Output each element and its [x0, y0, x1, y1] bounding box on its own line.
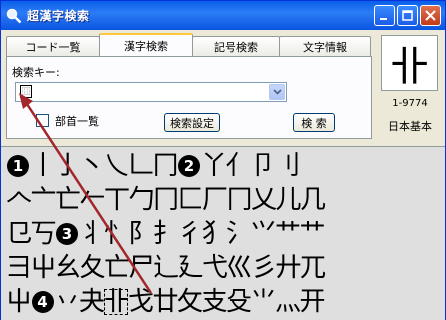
- radical-cell[interactable]: 扌: [153, 221, 179, 247]
- radical-cell[interactable]: 𠂉: [80, 187, 106, 213]
- radical-cell[interactable]: 彐: [6, 255, 32, 281]
- window-title: 超漢字検索: [27, 9, 90, 23]
- grid-row-4: 彐屮幺夂亡尸辶廴弋巛彡廾兀: [6, 251, 326, 285]
- radical-cell[interactable]: 刂: [275, 153, 301, 179]
- radical-cell[interactable]: 灬: [275, 289, 301, 315]
- radical-cell[interactable]: 丅: [104, 187, 130, 213]
- radical-cell[interactable]: 厂: [202, 187, 228, 213]
- radical-cell[interactable]: 兀: [300, 255, 326, 281]
- radical-cell[interactable]: 丂: [31, 221, 57, 247]
- radical-cell[interactable]: 殳: [226, 289, 252, 315]
- radical-cell[interactable]: 阝: [128, 221, 154, 247]
- radical-cell[interactable]: 支: [202, 289, 228, 315]
- radical-cell[interactable]: 丷: [55, 289, 81, 315]
- radical-cell[interactable]: 彳: [177, 221, 203, 247]
- radical-cell[interactable]: 屮: [31, 255, 57, 281]
- grid-row-3: 㔾丂 3 丬忄阝扌彳犭氵⺍艹艹: [6, 217, 326, 251]
- radical-list-checkbox[interactable]: [36, 114, 49, 127]
- radical-cell[interactable]: 艹: [300, 221, 326, 247]
- stroke-count-marker: 2: [178, 155, 200, 177]
- minimize-icon: [380, 18, 387, 20]
- radical-cell[interactable]: 亻: [226, 153, 252, 179]
- close-icon: [425, 10, 436, 21]
- radical-cell[interactable]: 冂: [153, 187, 179, 213]
- chevron-down-icon: [272, 89, 282, 95]
- app-window: 超漢字検索 コード一覧 漢字検索 記号検索 文字情報 検索キー: ⿲ 部首一覧 …: [0, 0, 446, 320]
- radical-cell[interactable]: 戈: [128, 289, 154, 315]
- radical-cell[interactable]: 屮: [6, 289, 32, 315]
- radical-cell[interactable]: 巛: [227, 255, 253, 281]
- radical-cell[interactable]: 匚: [178, 187, 204, 213]
- radical-list-label: 部首一覧: [55, 115, 99, 128]
- radical-cell[interactable]: 卝: [103, 289, 130, 315]
- radical-cell[interactable]: 乀: [104, 153, 130, 179]
- search-settings-button[interactable]: 検索設定: [164, 113, 220, 132]
- radical-cell[interactable]: 卩: [250, 153, 276, 179]
- grid-row-1: 1丨亅丶乀𠃊冂2丫亻卩刂: [6, 149, 301, 183]
- close-button[interactable]: [420, 5, 441, 26]
- radical-cell[interactable]: 辶: [153, 255, 179, 281]
- radical-cell[interactable]: 夂: [80, 255, 106, 281]
- radical-cell[interactable]: 丶: [79, 153, 105, 179]
- radical-cell[interactable]: 开: [300, 289, 326, 315]
- radical-cell[interactable]: 勹: [129, 187, 155, 213]
- radical-cell[interactable]: 氵: [226, 221, 252, 247]
- radical-grid: 1丨亅丶乀𠃊冂2丫亻卩刂 𠆢亠亡𠂉丅勹冂匚厂冂乂儿几 㔾丂 3 丬忄阝扌彳犭氵⺍艹艹…: [1, 146, 445, 320]
- maximize-button[interactable]: [397, 5, 418, 26]
- radical-cell[interactable]: 艹: [275, 221, 301, 247]
- radical-cell[interactable]: 𠆢: [6, 187, 32, 213]
- radical-cell[interactable]: 冂: [153, 153, 179, 179]
- tab-strip: コード一覧 漢字検索 記号検索 文字情報: [6, 33, 372, 56]
- radical-cell[interactable]: 丫: [201, 153, 227, 179]
- radical-cell[interactable]: 亅: [55, 153, 81, 179]
- radical-cell[interactable]: 亡: [104, 255, 130, 281]
- dropdown-button[interactable]: [269, 84, 285, 100]
- radical-cell[interactable]: 彡: [251, 255, 277, 281]
- char-set-label: 日本基本: [388, 120, 432, 133]
- search-key-value: ⿲: [20, 85, 32, 98]
- radical-cell[interactable]: ⺌: [251, 289, 277, 315]
- char-code: 1-9774: [392, 98, 428, 109]
- radical-cell[interactable]: 廿: [153, 289, 179, 315]
- tab-kanji-search[interactable]: 漢字検索: [99, 33, 193, 56]
- radical-cell[interactable]: 冂: [227, 187, 253, 213]
- grid-row-2: 𠆢亠亡𠂉丅勹冂匚厂冂乂儿几: [6, 183, 326, 217]
- radical-cell[interactable]: 犭: [202, 221, 228, 247]
- radical-cell[interactable]: 尸: [129, 255, 155, 281]
- stroke-count-marker: 1: [7, 155, 29, 177]
- radical-cell[interactable]: 㔾: [6, 221, 32, 247]
- radical-cell[interactable]: 𠃊: [128, 153, 154, 179]
- radical-cell[interactable]: 几: [300, 187, 326, 213]
- radical-cell[interactable]: 夬: [79, 289, 105, 315]
- radical-cell[interactable]: 乂: [251, 187, 277, 213]
- radical-cell[interactable]: 丨: [30, 153, 56, 179]
- title-bar[interactable]: 超漢字検索: [1, 1, 445, 30]
- search-key-label: 検索キー:: [12, 66, 60, 79]
- radical-cell[interactable]: 亠: [31, 187, 57, 213]
- magnifier-icon: [6, 8, 22, 24]
- tab-symbol-search[interactable]: 記号検索: [192, 36, 280, 56]
- search-button[interactable]: 検 索: [293, 113, 335, 132]
- stroke-count-marker: 4: [31, 291, 54, 313]
- radical-cell[interactable]: 廾: [276, 255, 302, 281]
- radical-cell[interactable]: 忄: [104, 221, 130, 247]
- radical-cell[interactable]: 幺: [55, 255, 81, 281]
- radical-cell[interactable]: 弋: [202, 255, 228, 281]
- minimize-button[interactable]: [374, 5, 395, 26]
- radical-cell[interactable]: 攵: [177, 289, 203, 315]
- radical-cell[interactable]: 亡: [55, 187, 81, 213]
- maximize-icon: [402, 10, 413, 21]
- grid-row-5: 屮 4 丷夬卝戈廿攵支殳⺌灬开: [6, 285, 326, 319]
- search-key-combobox[interactable]: ⿲: [15, 82, 287, 102]
- radical-cell[interactable]: ⺍: [251, 221, 277, 247]
- radical-cell[interactable]: 廴: [178, 255, 204, 281]
- stroke-count-marker: 3: [56, 223, 78, 245]
- char-preview: 卝: [381, 35, 438, 91]
- tab-char-info[interactable]: 文字情報: [279, 36, 371, 56]
- radical-cell[interactable]: 丬: [79, 221, 105, 247]
- radical-cell[interactable]: 儿: [276, 187, 302, 213]
- tab-code-list[interactable]: コード一覧: [6, 36, 100, 56]
